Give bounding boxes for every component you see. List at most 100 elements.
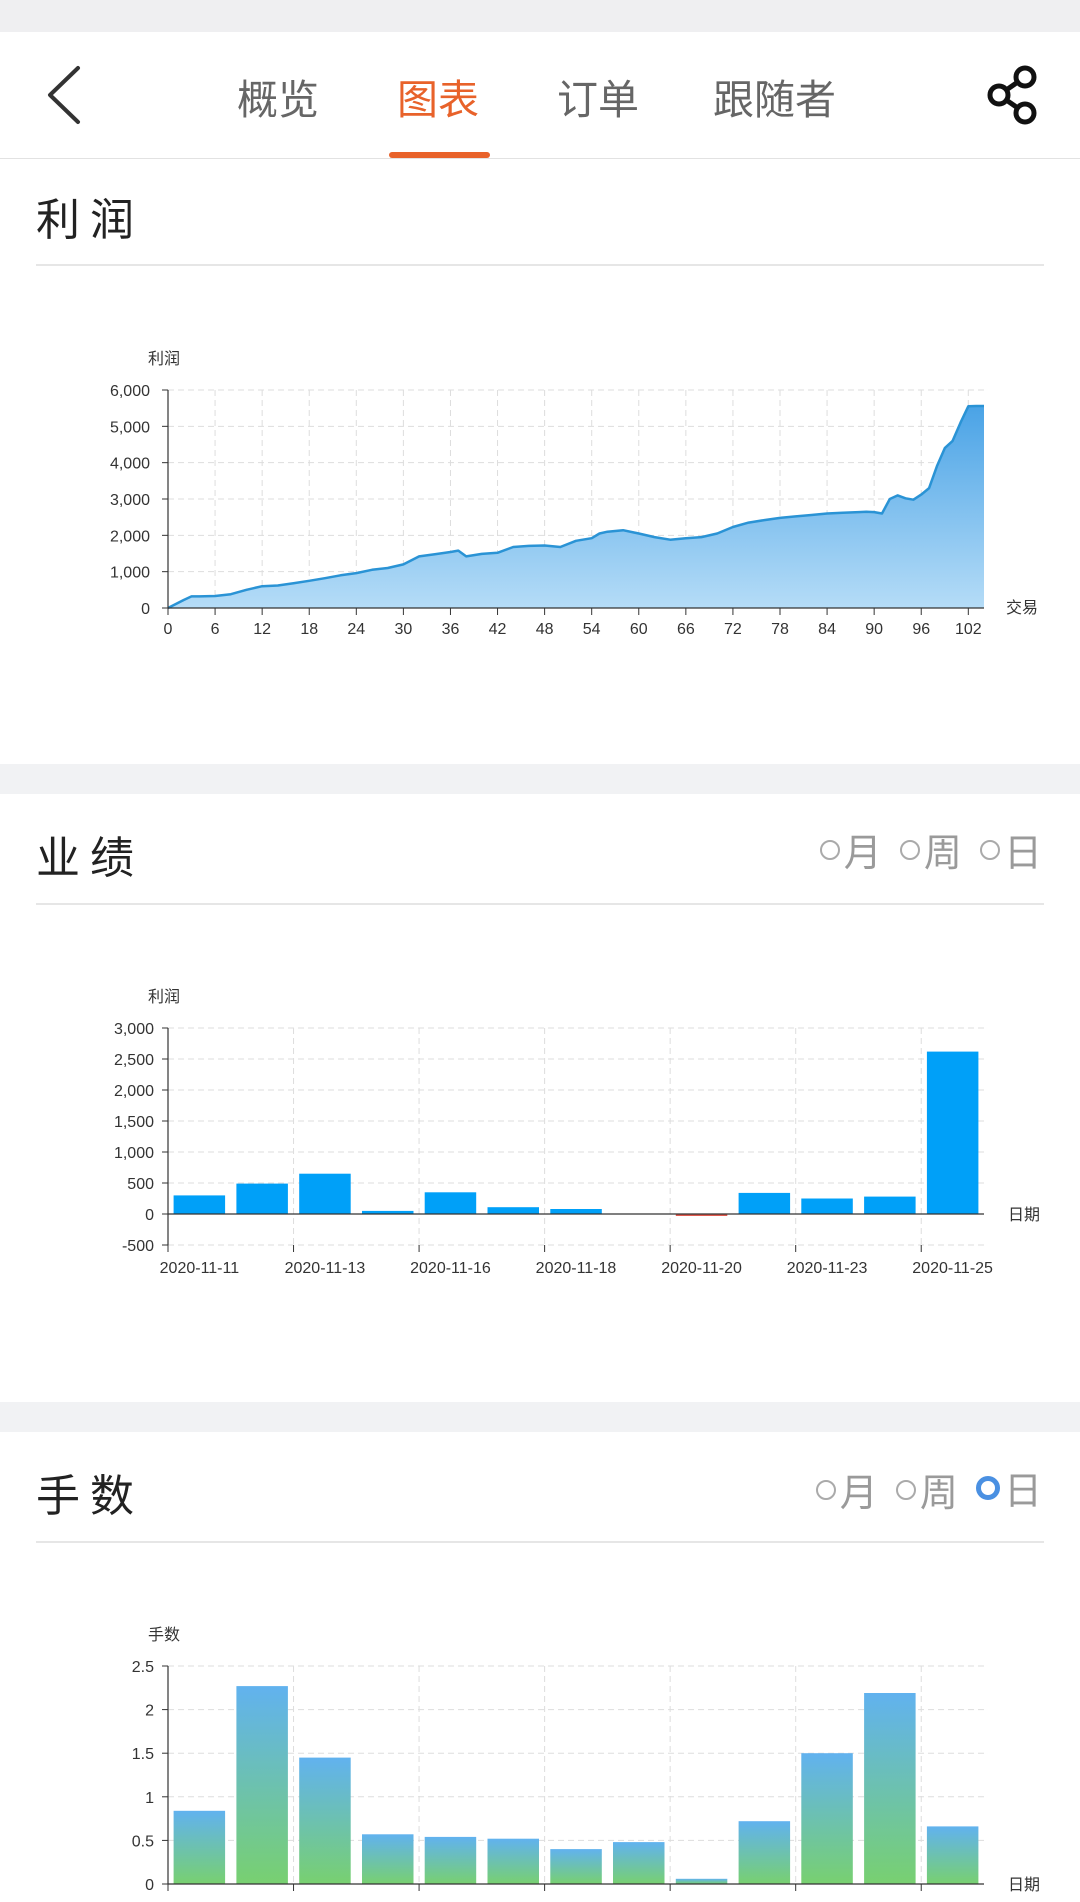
performance-period-filter: 月 周 日	[814, 822, 1042, 877]
bar	[675, 1878, 728, 1884]
y-tick-label: 0	[145, 1877, 154, 1894]
bar	[424, 1192, 477, 1214]
x-tick-label: 2020-11-25	[912, 1260, 993, 1277]
x-tick-label: 102	[955, 621, 982, 638]
x-tick-label: 2020-11-16	[410, 1260, 491, 1277]
bar	[424, 1836, 477, 1884]
tab-followers[interactable]: 跟随者	[713, 66, 836, 126]
x-tick-label: 36	[442, 621, 460, 638]
x-tick-label: 72	[724, 621, 742, 638]
back-icon[interactable]	[42, 62, 92, 128]
section-divider	[36, 264, 1044, 266]
filter-day-label: 日	[1003, 1469, 1042, 1513]
y-tick-label: 4,000	[110, 456, 150, 473]
y-tick-label: 0	[141, 601, 150, 618]
performance-bar-chart: -500 0 500 1,000 1,500 2,000 2,500 3,000 利润日期 202…	[114, 988, 1040, 1277]
bar	[362, 1834, 414, 1884]
filter-month-label: 月	[843, 831, 882, 875]
x-tick-label: 6	[211, 621, 220, 638]
filter-day-label: 日	[1003, 831, 1042, 875]
filter-day-radio[interactable]: 日	[975, 1460, 1042, 1515]
x-tick-label: 78	[771, 621, 789, 638]
y-tick-label: 2,000	[114, 1083, 154, 1100]
filter-day-radio[interactable]: 日	[979, 822, 1042, 877]
filter-week-label: 周	[923, 831, 962, 875]
y-tick-label: 6,000	[110, 383, 150, 400]
y-tick-label: 5,000	[110, 419, 150, 436]
y-tick-label: 2,000	[110, 528, 150, 545]
x-tick-label: 66	[677, 621, 695, 638]
x-tick-label: 12	[253, 621, 271, 638]
share-icon[interactable]	[985, 64, 1041, 126]
x-tick-label: 42	[489, 621, 507, 638]
x-axis-title: 日期	[1008, 1206, 1040, 1224]
active-tab-indicator	[389, 152, 490, 158]
tab-orders[interactable]: 订单	[557, 66, 639, 126]
profit-area-fill	[168, 406, 984, 608]
bar	[926, 1826, 979, 1884]
y-tick-label: 2.5	[132, 1659, 154, 1676]
x-tick-label: 90	[865, 621, 883, 638]
y-tick-label: 1,000	[114, 1145, 154, 1162]
y-tick-label: 2,500	[114, 1052, 154, 1069]
filter-week-label: 周	[919, 1471, 958, 1515]
lots-bar-chart: 0 0.5 1 1.5 2 2.5 手数日期	[132, 1626, 1040, 1894]
x-tick-label: 54	[583, 621, 601, 638]
section-divider	[36, 903, 1044, 905]
x-tick-label: 48	[536, 621, 554, 638]
radio-icon	[815, 1479, 836, 1500]
bar	[173, 1195, 226, 1214]
y-tick-label: 1.5	[132, 1746, 154, 1763]
y-axis-title: 手数	[148, 1626, 180, 1644]
x-tick-label: 2020-11-20	[661, 1260, 742, 1277]
bar	[236, 1686, 288, 1884]
y-tick-label: 0	[145, 1207, 154, 1224]
bar	[738, 1192, 791, 1214]
bar	[299, 1173, 351, 1214]
y-tick-label: -500	[122, 1238, 154, 1255]
y-tick-label: 2	[145, 1703, 154, 1720]
tab-overview[interactable]: 概览	[237, 66, 319, 126]
bar	[613, 1842, 665, 1884]
lots-period-filter: 月 周 日	[810, 1460, 1042, 1517]
filter-month-radio[interactable]: 月	[815, 1462, 878, 1517]
x-tick-label: 24	[347, 621, 365, 638]
tab-charts[interactable]: 图表	[397, 66, 479, 126]
bar	[926, 1051, 979, 1214]
y-tick-label: 1	[145, 1790, 154, 1807]
bar	[738, 1821, 791, 1884]
radio-icon	[895, 1479, 916, 1500]
x-tick-label: 96	[912, 621, 930, 638]
bar	[864, 1196, 916, 1214]
section-gap	[0, 1402, 1080, 1432]
x-tick-label: 2020-11-13	[285, 1260, 366, 1277]
bar	[487, 1838, 539, 1884]
section-gap	[0, 764, 1080, 794]
filter-week-radio[interactable]: 周	[895, 1462, 958, 1517]
y-tick-label: 3,000	[110, 492, 150, 509]
bar	[864, 1693, 916, 1884]
top-nav: 概览 图表 订单 跟随者	[0, 32, 1080, 159]
profit-section-title: 利润	[36, 195, 144, 246]
y-tick-label: 0.5	[132, 1833, 154, 1850]
x-tick-label: 18	[300, 621, 318, 638]
section-divider	[36, 1541, 1044, 1543]
filter-month-radio[interactable]: 月	[819, 822, 882, 877]
lots-section-title: 手数	[36, 1471, 144, 1522]
bar	[487, 1207, 539, 1214]
radio-selected-icon	[975, 1475, 1000, 1500]
filter-week-radio[interactable]: 周	[899, 822, 962, 877]
radio-icon	[899, 839, 920, 860]
x-tick-label: 0	[164, 621, 173, 638]
bar	[801, 1753, 853, 1884]
x-tick-label: 84	[818, 621, 836, 638]
y-tick-label: 500	[127, 1176, 154, 1193]
filter-month-label: 月	[839, 1471, 878, 1515]
x-tick-label: 30	[394, 621, 412, 638]
y-tick-label: 1,500	[114, 1114, 154, 1131]
x-tick-label: 2020-11-18	[536, 1260, 617, 1277]
bar	[550, 1849, 602, 1884]
y-axis-title: 利润	[148, 988, 180, 1006]
x-tick-label: 2020-11-11	[160, 1260, 240, 1277]
bar	[299, 1757, 351, 1884]
